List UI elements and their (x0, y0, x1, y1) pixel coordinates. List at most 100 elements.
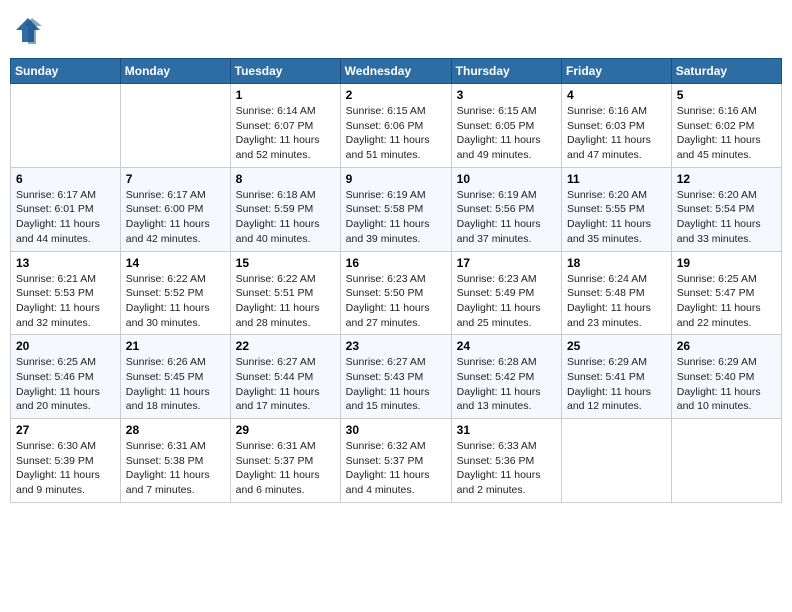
day-number: 22 (236, 339, 335, 353)
day-info: Sunrise: 6:30 AMSunset: 5:39 PMDaylight:… (16, 439, 115, 498)
day-number: 6 (16, 172, 115, 186)
day-info: Sunrise: 6:16 AMSunset: 6:03 PMDaylight:… (567, 104, 666, 163)
day-info: Sunrise: 6:28 AMSunset: 5:42 PMDaylight:… (457, 355, 556, 414)
calendar-cell: 26 Sunrise: 6:29 AMSunset: 5:40 PMDayligh… (671, 335, 781, 419)
day-info: Sunrise: 6:26 AMSunset: 5:45 PMDaylight:… (126, 355, 225, 414)
day-number: 18 (567, 256, 666, 270)
day-info: Sunrise: 6:27 AMSunset: 5:43 PMDaylight:… (346, 355, 446, 414)
calendar-cell: 24 Sunrise: 6:28 AMSunset: 5:42 PMDayligh… (451, 335, 561, 419)
day-number: 23 (346, 339, 446, 353)
day-number: 16 (346, 256, 446, 270)
day-info: Sunrise: 6:17 AMSunset: 6:01 PMDaylight:… (16, 188, 115, 247)
day-number: 4 (567, 88, 666, 102)
day-number: 3 (457, 88, 556, 102)
day-info: Sunrise: 6:31 AMSunset: 5:38 PMDaylight:… (126, 439, 225, 498)
day-info: Sunrise: 6:18 AMSunset: 5:59 PMDaylight:… (236, 188, 335, 247)
calendar-cell (562, 419, 672, 503)
calendar-cell: 22 Sunrise: 6:27 AMSunset: 5:44 PMDayligh… (230, 335, 340, 419)
day-number: 19 (677, 256, 776, 270)
day-info: Sunrise: 6:15 AMSunset: 6:06 PMDaylight:… (346, 104, 446, 163)
calendar-week-row: 6 Sunrise: 6:17 AMSunset: 6:01 PMDaylight… (11, 167, 782, 251)
calendar-cell (120, 84, 230, 168)
day-number: 24 (457, 339, 556, 353)
calendar-table: SundayMondayTuesdayWednesdayThursdayFrid… (10, 58, 782, 503)
day-number: 1 (236, 88, 335, 102)
calendar-cell: 16 Sunrise: 6:23 AMSunset: 5:50 PMDayligh… (340, 251, 451, 335)
day-number: 28 (126, 423, 225, 437)
day-number: 17 (457, 256, 556, 270)
calendar-cell: 23 Sunrise: 6:27 AMSunset: 5:43 PMDayligh… (340, 335, 451, 419)
weekday-header-tuesday: Tuesday (230, 59, 340, 84)
day-number: 7 (126, 172, 225, 186)
calendar-cell: 9 Sunrise: 6:19 AMSunset: 5:58 PMDaylight… (340, 167, 451, 251)
day-info: Sunrise: 6:25 AMSunset: 5:47 PMDaylight:… (677, 272, 776, 331)
calendar-cell: 19 Sunrise: 6:25 AMSunset: 5:47 PMDayligh… (671, 251, 781, 335)
weekday-header-friday: Friday (562, 59, 672, 84)
calendar-week-row: 20 Sunrise: 6:25 AMSunset: 5:46 PMDayligh… (11, 335, 782, 419)
day-info: Sunrise: 6:20 AMSunset: 5:55 PMDaylight:… (567, 188, 666, 247)
calendar-cell (671, 419, 781, 503)
calendar-cell: 1 Sunrise: 6:14 AMSunset: 6:07 PMDaylight… (230, 84, 340, 168)
day-info: Sunrise: 6:22 AMSunset: 5:51 PMDaylight:… (236, 272, 335, 331)
calendar-cell: 14 Sunrise: 6:22 AMSunset: 5:52 PMDayligh… (120, 251, 230, 335)
calendar-cell: 15 Sunrise: 6:22 AMSunset: 5:51 PMDayligh… (230, 251, 340, 335)
day-info: Sunrise: 6:19 AMSunset: 5:58 PMDaylight:… (346, 188, 446, 247)
calendar-cell: 18 Sunrise: 6:24 AMSunset: 5:48 PMDayligh… (562, 251, 672, 335)
calendar-cell: 5 Sunrise: 6:16 AMSunset: 6:02 PMDaylight… (671, 84, 781, 168)
day-number: 10 (457, 172, 556, 186)
calendar-cell: 21 Sunrise: 6:26 AMSunset: 5:45 PMDayligh… (120, 335, 230, 419)
logo (14, 16, 46, 44)
calendar-cell (11, 84, 121, 168)
day-number: 26 (677, 339, 776, 353)
calendar-cell: 29Sunrise: 6:31 AMSunset: 5:37 PMDayligh… (230, 419, 340, 503)
calendar-cell: 3 Sunrise: 6:15 AMSunset: 6:05 PMDaylight… (451, 84, 561, 168)
day-number: 20 (16, 339, 115, 353)
day-info: Sunrise: 6:14 AMSunset: 6:07 PMDaylight:… (236, 104, 335, 163)
day-number: 30 (346, 423, 446, 437)
day-info: Sunrise: 6:15 AMSunset: 6:05 PMDaylight:… (457, 104, 556, 163)
calendar-cell: 4 Sunrise: 6:16 AMSunset: 6:03 PMDaylight… (562, 84, 672, 168)
day-number: 27 (16, 423, 115, 437)
weekday-header-thursday: Thursday (451, 59, 561, 84)
day-info: Sunrise: 6:27 AMSunset: 5:44 PMDaylight:… (236, 355, 335, 414)
day-info: Sunrise: 6:29 AMSunset: 5:40 PMDaylight:… (677, 355, 776, 414)
day-info: Sunrise: 6:29 AMSunset: 5:41 PMDaylight:… (567, 355, 666, 414)
day-info: Sunrise: 6:25 AMSunset: 5:46 PMDaylight:… (16, 355, 115, 414)
calendar-cell: 27 Sunrise: 6:30 AMSunset: 5:39 PMDayligh… (11, 419, 121, 503)
day-info: Sunrise: 6:19 AMSunset: 5:56 PMDaylight:… (457, 188, 556, 247)
calendar-cell: 11 Sunrise: 6:20 AMSunset: 5:55 PMDayligh… (562, 167, 672, 251)
day-info: Sunrise: 6:31 AMSunset: 5:37 PMDaylight:… (236, 439, 335, 498)
day-info: Sunrise: 6:17 AMSunset: 6:00 PMDaylight:… (126, 188, 225, 247)
day-info: Sunrise: 6:16 AMSunset: 6:02 PMDaylight:… (677, 104, 776, 163)
day-number: 13 (16, 256, 115, 270)
day-number: 15 (236, 256, 335, 270)
day-info: Sunrise: 6:23 AMSunset: 5:50 PMDaylight:… (346, 272, 446, 331)
calendar-cell: 25 Sunrise: 6:29 AMSunset: 5:41 PMDayligh… (562, 335, 672, 419)
day-number: 12 (677, 172, 776, 186)
day-info: Sunrise: 6:20 AMSunset: 5:54 PMDaylight:… (677, 188, 776, 247)
calendar-week-row: 13 Sunrise: 6:21 AMSunset: 5:53 PMDayligh… (11, 251, 782, 335)
calendar-cell: 7 Sunrise: 6:17 AMSunset: 6:00 PMDaylight… (120, 167, 230, 251)
weekday-header-saturday: Saturday (671, 59, 781, 84)
logo-icon (14, 16, 42, 44)
day-number: 14 (126, 256, 225, 270)
day-number: 8 (236, 172, 335, 186)
day-info: Sunrise: 6:22 AMSunset: 5:52 PMDaylight:… (126, 272, 225, 331)
day-info: Sunrise: 6:21 AMSunset: 5:53 PMDaylight:… (16, 272, 115, 331)
calendar-cell: 20 Sunrise: 6:25 AMSunset: 5:46 PMDayligh… (11, 335, 121, 419)
page-header (10, 10, 782, 50)
day-number: 9 (346, 172, 446, 186)
calendar-cell: 30Sunrise: 6:32 AMSunset: 5:37 PMDayligh… (340, 419, 451, 503)
calendar-week-row: 1 Sunrise: 6:14 AMSunset: 6:07 PMDaylight… (11, 84, 782, 168)
day-info: Sunrise: 6:33 AMSunset: 5:36 PMDaylight:… (457, 439, 556, 498)
calendar-cell: 12 Sunrise: 6:20 AMSunset: 5:54 PMDayligh… (671, 167, 781, 251)
day-number: 5 (677, 88, 776, 102)
day-number: 25 (567, 339, 666, 353)
calendar-cell: 31Sunrise: 6:33 AMSunset: 5:36 PMDayligh… (451, 419, 561, 503)
day-number: 11 (567, 172, 666, 186)
calendar-cell: 13 Sunrise: 6:21 AMSunset: 5:53 PMDayligh… (11, 251, 121, 335)
day-info: Sunrise: 6:24 AMSunset: 5:48 PMDaylight:… (567, 272, 666, 331)
day-number: 21 (126, 339, 225, 353)
calendar-cell: 28 Sunrise: 6:31 AMSunset: 5:38 PMDayligh… (120, 419, 230, 503)
calendar-week-row: 27 Sunrise: 6:30 AMSunset: 5:39 PMDayligh… (11, 419, 782, 503)
